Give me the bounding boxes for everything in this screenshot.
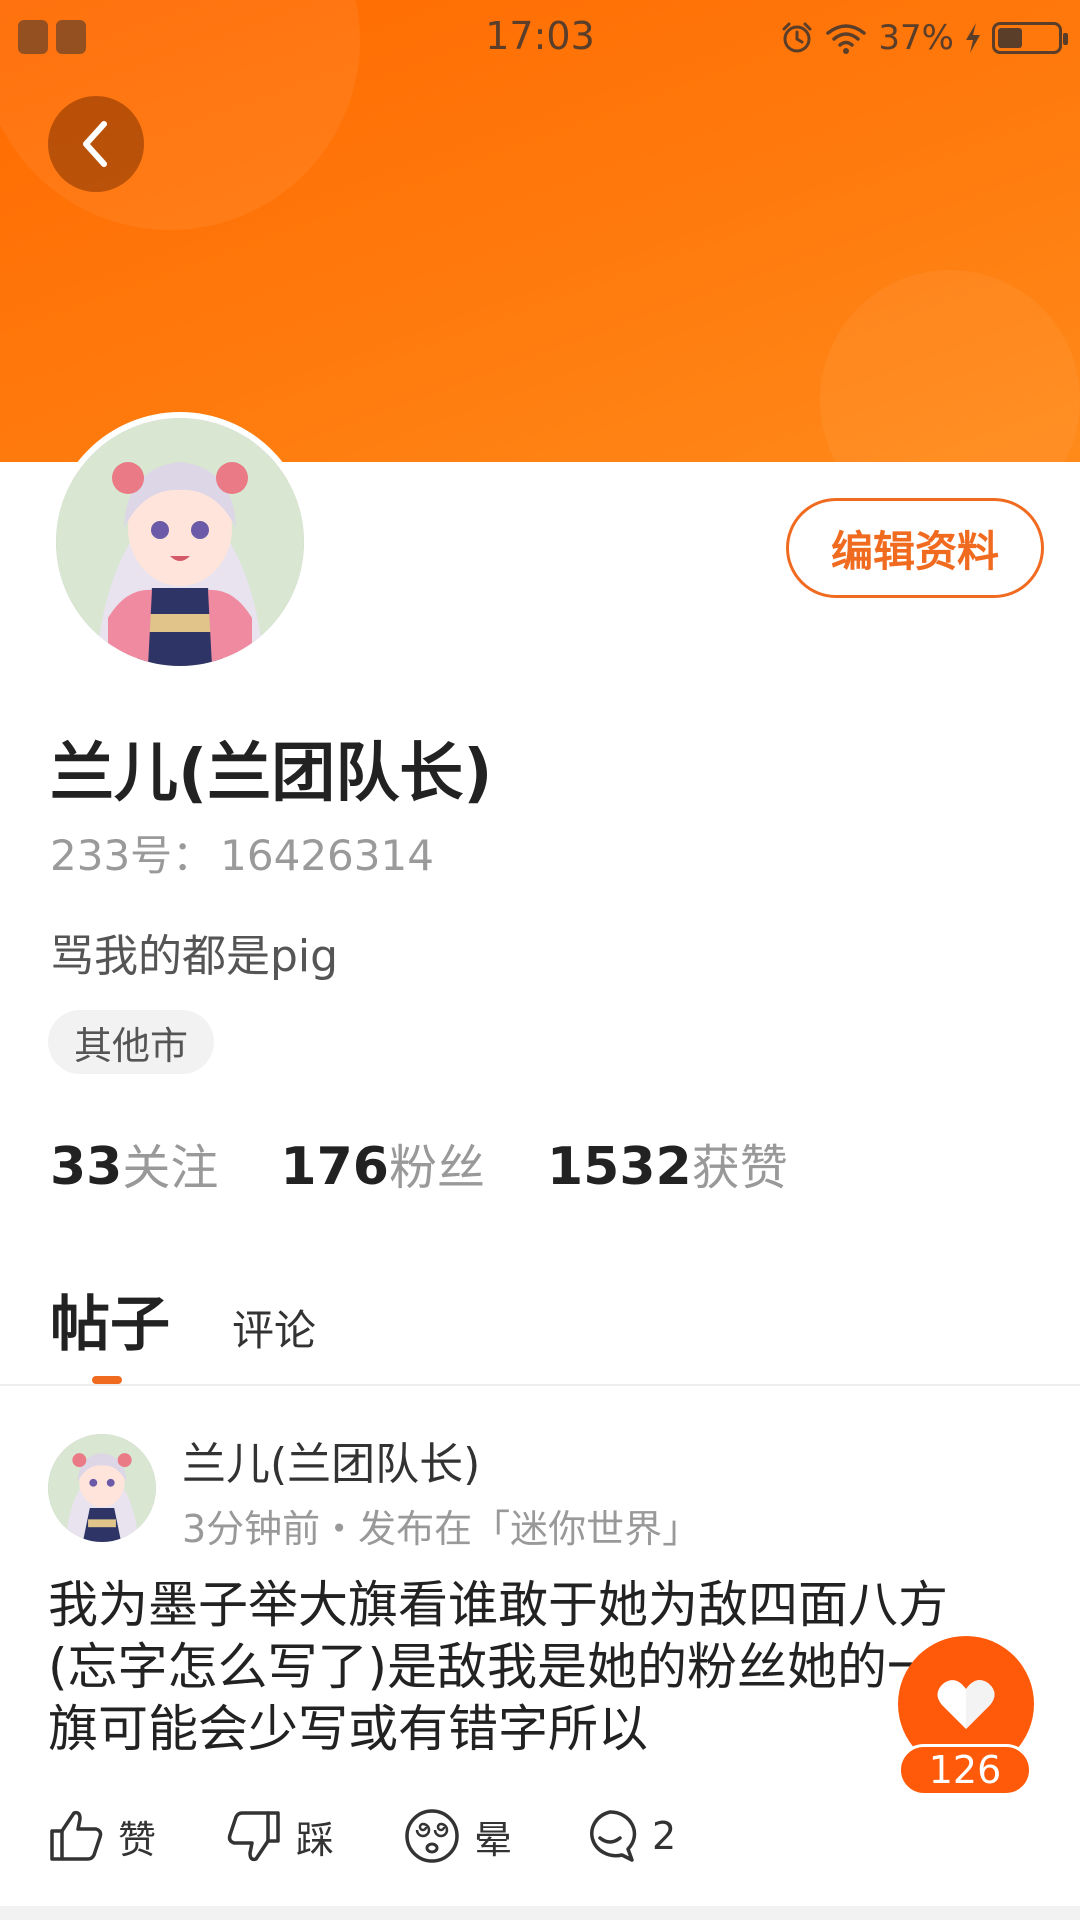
stat-following[interactable]: 33关注	[50, 1128, 218, 1198]
likes-count: 1532	[546, 1137, 692, 1197]
avatar	[56, 418, 304, 666]
dizzy-action[interactable]: 晕	[404, 1808, 512, 1864]
post-author-name[interactable]: 兰儿(兰团队长)	[182, 1428, 700, 1492]
profile-bio: 骂我的都是pig	[50, 931, 339, 982]
battery-percent: 37%	[878, 18, 954, 58]
back-button[interactable]	[48, 96, 144, 192]
likes-label: 获赞	[691, 1140, 788, 1196]
stat-followers[interactable]: 176粉丝	[280, 1128, 485, 1198]
heart-icon	[937, 1680, 995, 1729]
dizzy-face-icon	[405, 1809, 459, 1863]
post-meta: 兰儿(兰团队长) 3分钟前・发布在「迷你世界」	[182, 1428, 700, 1553]
avatar-illustration	[56, 418, 304, 666]
edit-profile-button[interactable]: 编辑资料	[786, 498, 1044, 598]
following-label: 关注	[122, 1140, 219, 1196]
tabs-divider	[0, 1384, 1080, 1386]
profile-id-label: 233号：	[50, 831, 215, 880]
wifi-icon	[826, 24, 867, 54]
profile-id-value: 16426314	[220, 831, 434, 880]
tab-posts[interactable]: 帖子	[50, 1276, 170, 1363]
dizzy-label: 晕	[474, 1817, 513, 1862]
following-count: 33	[50, 1137, 123, 1197]
comment-bubble-icon	[590, 1810, 637, 1862]
profile-stats: 33关注 176粉丝 1532获赞	[50, 1128, 788, 1198]
location-tag: 其他市	[48, 1010, 215, 1074]
battery-fill	[998, 28, 1022, 48]
profile-id: 233号： 16426314	[50, 822, 434, 883]
post-avatar-illustration	[48, 1434, 156, 1542]
charging-icon	[966, 23, 980, 53]
followers-count: 176	[280, 1137, 389, 1197]
active-tab-indicator	[92, 1376, 122, 1384]
battery-icon	[992, 22, 1068, 54]
status-bar: 17:03 37%	[0, 0, 1080, 76]
dislike-action[interactable]: 踩	[226, 1809, 334, 1864]
chevron-left-icon	[83, 121, 107, 167]
tab-comments[interactable]: 评论	[232, 1297, 316, 1358]
post-body[interactable]: 我为墨子举大旗看谁敢于她为敌四面八方(忘字怎么写了)是敌我是她的粉丝她的一面旗可…	[48, 1574, 1008, 1760]
floating-like-count: 126	[898, 1744, 1032, 1796]
post-actions: 赞 踩 晕 2	[48, 1808, 746, 1864]
avatar-frame[interactable]	[50, 412, 310, 672]
like-action[interactable]: 赞	[48, 1809, 156, 1864]
post-author[interactable]: 兰儿(兰团队长) 3分钟前・发布在「迷你世界」	[48, 1434, 700, 1553]
profile-tabs: 帖子 评论	[50, 1276, 316, 1363]
banner-decoration	[820, 270, 1080, 462]
thumbs-down-icon	[227, 1811, 280, 1862]
post-avatar[interactable]	[48, 1434, 156, 1542]
thumbs-up-icon	[50, 1810, 103, 1861]
profile-screen: 17:03 37% 编辑资料 兰儿(兰团队长) 233号： 16426314 骂…	[0, 0, 1080, 1920]
alarm-icon	[782, 22, 812, 53]
status-right: 37%	[780, 18, 1068, 58]
like-label: 赞	[118, 1817, 157, 1862]
stat-likes[interactable]: 1532获赞	[547, 1128, 788, 1198]
followers-label: 粉丝	[388, 1140, 485, 1196]
dislike-label: 踩	[296, 1817, 335, 1862]
comment-count: 2	[652, 1814, 677, 1858]
profile-username: 兰儿(兰团队长)	[50, 737, 493, 811]
bottom-separator	[0, 1906, 1080, 1920]
comment-action[interactable]: 2	[582, 1808, 676, 1864]
post-timestamp: 3分钟前・发布在「迷你世界」	[182, 1507, 701, 1551]
